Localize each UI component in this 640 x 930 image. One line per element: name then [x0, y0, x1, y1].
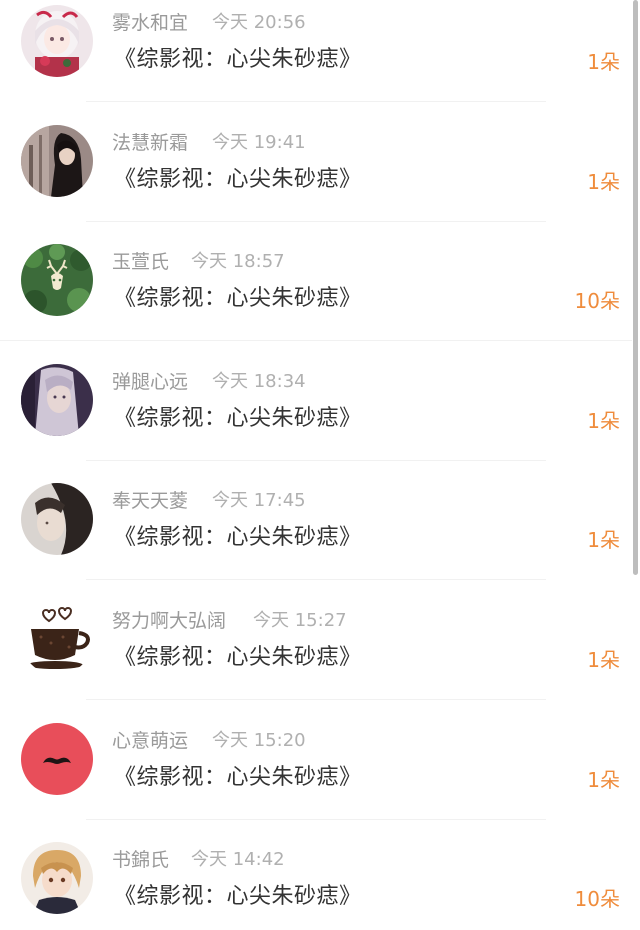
list-item[interactable]: 雾水和宜 今天 20:56 《综影视：心尖朱砂痣》 1朵 [0, 0, 640, 120]
user-name[interactable]: 奉天天菱 [112, 488, 188, 514]
user-name[interactable]: 法慧新霜 [112, 130, 188, 156]
divider [86, 220, 546, 222]
portrait-photo-avatar[interactable] [21, 483, 93, 556]
silver-hair-girl-avatar[interactable] [21, 363, 93, 436]
anime-boy-avatar[interactable] [21, 842, 93, 915]
list-item[interactable]: 心意萌运 今天 15:20 《综影视：心尖朱砂痣》 1朵 [0, 718, 640, 838]
book-title[interactable]: 《综影视：心尖朱砂痣》 [114, 44, 362, 76]
timestamp: 今天 15:27 [253, 610, 347, 631]
book-title[interactable]: 《综影视：心尖朱砂痣》 [114, 403, 362, 435]
list-item[interactable]: 玉萱氏 今天 18:57 《综影视：心尖朱砂痣》 10朵 [0, 239, 640, 359]
list-item[interactable]: 奉天天菱 今天 17:45 《综影视：心尖朱砂痣》 1朵 [0, 478, 640, 598]
divider [86, 579, 546, 581]
timestamp: 今天 18:34 [212, 370, 306, 392]
divider [86, 818, 546, 820]
book-title[interactable]: 《综影视：心尖朱砂痣》 [114, 762, 362, 794]
timestamp: 今天 15:20 [212, 729, 306, 751]
anime-girl-white-hair-avatar[interactable] [21, 5, 93, 77]
mustache-red-avatar[interactable] [21, 722, 93, 795]
divider [0, 340, 632, 342]
book-title[interactable]: 《综影视：心尖朱砂痣》 [114, 642, 362, 674]
divider [86, 699, 546, 700]
gift-amount: 1朵 [587, 408, 620, 433]
timestamp: 今天 20:56 [212, 12, 306, 33]
user-name[interactable]: 书錦氏 [112, 847, 169, 873]
gift-amount: 1朵 [587, 50, 620, 74]
coffee-cup-hearts-avatar[interactable] [21, 603, 93, 675]
timestamp: 今天 19:41 [212, 131, 306, 153]
gift-amount: 1朵 [587, 528, 620, 553]
timestamp: 今天 14:42 [191, 849, 285, 871]
book-title[interactable]: 《综影视：心尖朱砂痣》 [114, 283, 362, 315]
gift-record-list: 雾水和宜 今天 20:56 《综影视：心尖朱砂痣》 1朵 法慧新霜 今天 19:… [0, 0, 640, 930]
gift-amount: 1朵 [587, 648, 620, 672]
timestamp: 今天 18:57 [191, 251, 285, 273]
divider [86, 459, 546, 461]
book-title[interactable]: 《综影视：心尖朱砂痣》 [114, 522, 362, 554]
user-name[interactable]: 玉萱氏 [112, 249, 169, 275]
list-item[interactable]: 弹腿心远 今天 18:34 《综影视：心尖朱砂痣》 1朵 [0, 359, 640, 479]
gift-amount: 1朵 [587, 767, 620, 792]
book-title[interactable]: 《综影视：心尖朱砂痣》 [114, 881, 362, 913]
book-title[interactable]: 《综影视：心尖朱砂痣》 [114, 164, 362, 196]
user-name[interactable]: 努力啊大弘阔 [112, 608, 226, 634]
divider [86, 101, 546, 102]
dark-hair-character-avatar[interactable] [21, 124, 93, 197]
user-name[interactable]: 弹腿心远 [112, 369, 188, 395]
gift-amount: 10朵 [574, 289, 620, 314]
user-name[interactable]: 心意萌运 [112, 728, 188, 754]
gift-amount: 1朵 [587, 169, 620, 194]
deer-on-leaves-avatar[interactable] [21, 244, 93, 317]
gift-amount: 10朵 [574, 887, 620, 912]
user-name[interactable]: 雾水和宜 [112, 10, 188, 36]
list-item[interactable]: 努力啊大弘阔 今天 15:27 《综影视：心尖朱砂痣》 1朵 [0, 598, 640, 718]
scrollbar[interactable] [633, 0, 638, 575]
list-item[interactable]: 书錦氏 今天 14:42 《综影视：心尖朱砂痣》 10朵 [0, 837, 640, 930]
timestamp: 今天 17:45 [212, 490, 306, 512]
list-item[interactable]: 法慧新霜 今天 19:41 《综影视：心尖朱砂痣》 1朵 [0, 120, 640, 240]
